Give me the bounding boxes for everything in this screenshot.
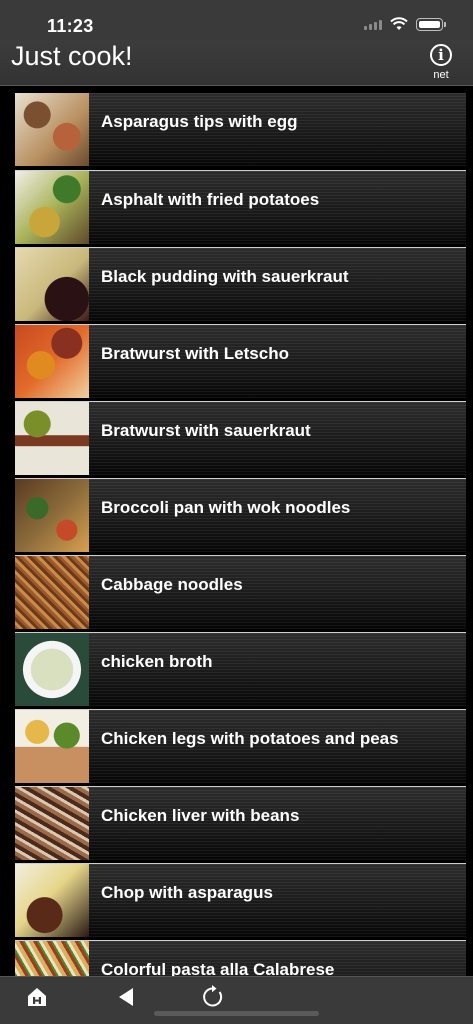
recipe-row[interactable]: chicken broth (15, 632, 466, 706)
recipe-row[interactable]: Asphalt with fried potatoes (15, 170, 466, 244)
recipe-title: Bratwurst with Letscho (101, 343, 289, 363)
recipe-thumbnail (15, 402, 89, 475)
recipe-thumbnail (15, 93, 89, 166)
recipe-title: Cabbage noodles (101, 574, 243, 594)
recipe-title: Asphalt with fried potatoes (101, 189, 320, 209)
recipe-row[interactable]: Chicken liver with beans (15, 786, 466, 860)
back-icon (119, 988, 133, 1006)
recipe-thumbnail (15, 479, 89, 552)
recipe-row[interactable]: Black pudding with sauerkraut (15, 247, 466, 321)
bottom-toolbar (0, 976, 473, 1024)
status-bar: 11:23 (0, 0, 473, 40)
status-icons (364, 17, 446, 31)
recipe-title: Black pudding with sauerkraut (101, 266, 349, 286)
info-label: net (433, 69, 449, 81)
recipe-thumbnail (15, 248, 89, 321)
recipe-row[interactable]: Broccoli pan with wok noodles (15, 478, 466, 552)
reload-icon (203, 985, 223, 1007)
recipe-row[interactable]: Asparagus tips with egg (15, 93, 466, 167)
home-icon (28, 988, 46, 1006)
back-button[interactable] (111, 983, 141, 1011)
recipe-title: Broccoli pan with wok noodles (101, 497, 351, 517)
recipe-thumbnail (15, 325, 89, 398)
status-time: 11:23 (47, 16, 94, 36)
recipe-thumbnail (15, 787, 89, 860)
app-title: Just cook! (11, 41, 133, 71)
screen: 11:23 Just cook! i net Asparagus tips wi… (0, 0, 473, 1024)
recipe-thumbnail (15, 556, 89, 629)
signal-icon (364, 18, 382, 30)
recipe-title: Chicken legs with potatoes and peas (101, 728, 399, 748)
recipe-row[interactable]: Chicken legs with potatoes and peas (15, 709, 466, 783)
recipe-row[interactable]: Bratwurst with Letscho (15, 324, 466, 398)
recipe-title: Asparagus tips with egg (101, 111, 298, 131)
home-indicator (154, 1011, 319, 1016)
info-icon: i (430, 44, 452, 66)
recipe-title: Chicken liver with beans (101, 805, 300, 825)
recipe-title: Bratwurst with sauerkraut (101, 420, 311, 440)
recipe-row[interactable]: Chop with asparagus (15, 863, 466, 937)
app-header: Just cook! i net (0, 40, 473, 86)
reload-button[interactable] (198, 983, 228, 1011)
recipe-title: Chop with asparagus (101, 882, 273, 902)
wifi-icon (390, 17, 408, 30)
recipe-row[interactable]: Bratwurst with sauerkraut (15, 401, 466, 475)
recipe-thumbnail (15, 864, 89, 937)
recipe-thumbnail (15, 633, 89, 706)
recipe-title: chicken broth (101, 651, 213, 671)
recipe-row[interactable]: Cabbage noodles (15, 555, 466, 629)
recipe-thumbnail (15, 710, 89, 783)
home-button[interactable] (22, 983, 52, 1011)
info-button[interactable]: i net (427, 44, 455, 84)
battery-icon (416, 17, 446, 31)
recipe-list: Asparagus tips with egg Asphalt with fri… (15, 93, 466, 1017)
recipe-thumbnail (15, 171, 89, 244)
